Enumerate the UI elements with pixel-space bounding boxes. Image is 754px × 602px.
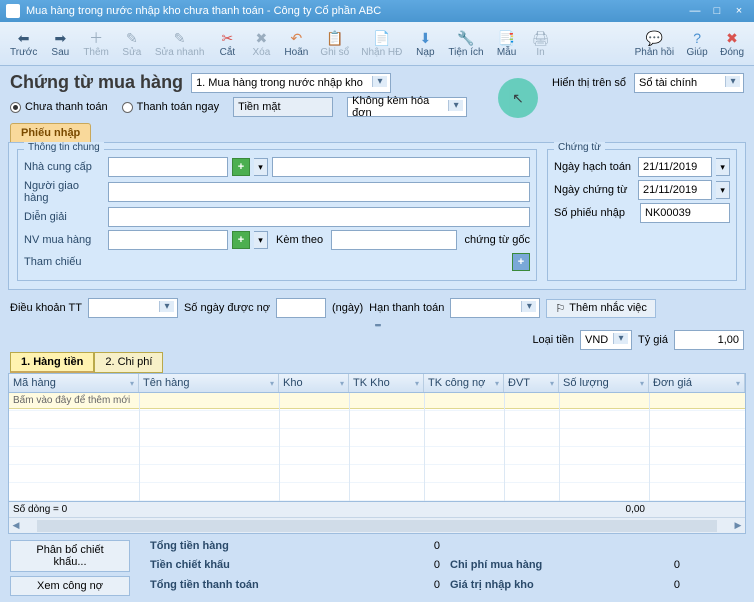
buyer-dropdown[interactable]: ▾ — [254, 231, 268, 249]
voucher-no-input[interactable]: NK00039 — [640, 203, 730, 223]
feedback-button[interactable]: 💬Phản hồi — [629, 27, 680, 60]
delete-button[interactable]: ✖Xóa — [244, 27, 278, 60]
days-input[interactable] — [276, 298, 326, 318]
paynow-radio[interactable]: Thanh toán ngay — [122, 101, 220, 113]
app-icon — [6, 4, 20, 18]
main-toolbar: ⬅Trước ➡Sau ＋Thêm ✎Sửa ✎Sửa nhanh ✂Cắt ✖… — [0, 22, 754, 66]
minimize-button[interactable]: — — [686, 4, 704, 18]
view-debt-button[interactable]: Xem công nợ — [10, 576, 130, 596]
buyer-input[interactable] — [108, 230, 228, 250]
entry-tab[interactable]: Phiếu nhập — [10, 123, 91, 142]
load-button[interactable]: ⬇Nạp — [408, 27, 442, 60]
ref-add-button[interactable]: + — [512, 253, 530, 271]
help-button[interactable]: ?Giúp — [680, 27, 714, 60]
supplier-dropdown[interactable]: ▾ — [254, 158, 268, 176]
items-grid: Mã hàng▾ Tên hàng▾ Kho▾ TK Kho▾ TK công … — [8, 373, 746, 534]
supplier-name-input[interactable] — [272, 157, 530, 177]
currency-combo[interactable]: VND — [580, 330, 632, 350]
cut-button[interactable]: ✂Cắt — [210, 27, 244, 60]
add-row-placeholder[interactable]: Bấm vào đây để thêm mới — [9, 393, 745, 409]
rate-input[interactable]: 1,00 — [674, 330, 744, 350]
acc-date-picker[interactable]: ▾ — [716, 158, 730, 176]
maximize-button[interactable]: □ — [708, 4, 726, 18]
display-label: Hiển thị trên sổ — [552, 77, 626, 89]
display-book-combo[interactable]: Sổ tài chính — [634, 73, 744, 93]
doc-date-input[interactable]: 21/11/2019 — [638, 180, 712, 200]
close-window-button[interactable]: × — [730, 4, 748, 18]
page-title: Chứng từ mua hàng — [10, 72, 183, 93]
supplier-add-button[interactable]: + — [232, 158, 250, 176]
supplier-code-input[interactable] — [108, 157, 228, 177]
acc-date-input[interactable]: 21/11/2019 — [638, 157, 712, 177]
undo-button[interactable]: ↶Hoãn — [278, 27, 314, 60]
window-title: Mua hàng trong nước nhập kho chưa thanh … — [26, 5, 381, 17]
h-scrollbar[interactable]: ◀▶ — [9, 517, 745, 533]
tab-goods[interactable]: 1. Hàng tiền — [10, 352, 94, 373]
terms-combo[interactable] — [88, 298, 178, 318]
deliverer-input[interactable] — [108, 182, 530, 202]
grid-body[interactable]: Bấm vào đây để thêm mới — [9, 393, 745, 501]
receive-button[interactable]: 📄Nhận HĐ — [355, 27, 408, 60]
voucher-group: Chứng từ Ngày hạch toán 21/11/2019 ▾ Ngà… — [547, 149, 737, 281]
flag-icon: ⚐ — [555, 302, 565, 315]
doc-date-picker[interactable]: ▾ — [716, 181, 730, 199]
attach-input[interactable] — [331, 230, 456, 250]
qty-sum: 0,00 — [559, 502, 649, 517]
alloc-discount-button[interactable]: Phân bổ chiết khấu... — [10, 540, 130, 572]
general-group: Thông tin chung Nhà cung cấp + ▾ Người g… — [17, 149, 537, 281]
next-button[interactable]: ➡Sau — [43, 27, 77, 60]
util-button[interactable]: 🔧Tiện ích — [442, 27, 489, 60]
row-count: Số dòng = 0 — [9, 502, 559, 517]
due-date-combo[interactable] — [450, 298, 540, 318]
edit-button[interactable]: ✎Sửa — [115, 27, 149, 60]
tab-cost[interactable]: 2. Chi phí — [94, 352, 163, 373]
print-button[interactable]: 🖨In — [524, 27, 558, 60]
write-button[interactable]: 📋Ghi sổ — [314, 27, 355, 60]
buyer-add-button[interactable]: + — [232, 231, 250, 249]
description-input[interactable] — [108, 207, 530, 227]
cursor-icon — [498, 78, 538, 118]
prev-button[interactable]: ⬅Trước — [4, 27, 43, 60]
close-button[interactable]: ✖Đóng — [714, 27, 750, 60]
template-button[interactable]: 📑Mẫu — [490, 27, 524, 60]
unpaid-radio[interactable]: Chưa thanh toán — [10, 101, 108, 113]
payment-method-field: Tiền mặt — [233, 97, 333, 117]
add-button[interactable]: ＋Thêm — [77, 27, 115, 60]
doc-type-combo[interactable]: 1. Mua hàng trong nước nhập kho — [191, 73, 391, 93]
quickedit-button[interactable]: ✎Sửa nhanh — [149, 27, 211, 60]
reminder-button[interactable]: ⚐Thêm nhắc việc — [546, 299, 656, 318]
invoice-combo[interactable]: Không kèm hóa đơn — [347, 97, 467, 117]
